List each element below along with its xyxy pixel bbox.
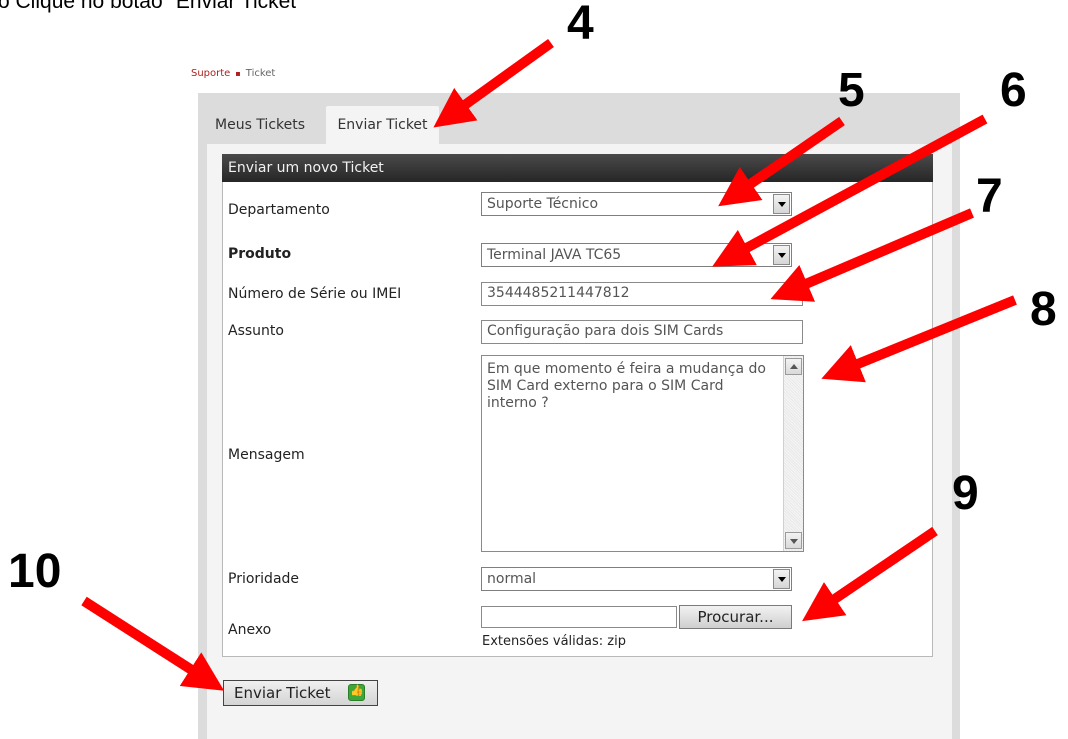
- breadcrumb-separator: ▪: [235, 69, 241, 78]
- subject-label: Assunto: [228, 323, 284, 339]
- priority-select[interactable]: normal: [481, 567, 792, 591]
- chevron-down-icon[interactable]: [773, 245, 790, 265]
- attachment-label: Anexo: [228, 622, 272, 638]
- message-textarea[interactable]: Em que momento é feira a mudança do SIM …: [481, 355, 804, 552]
- step-marker-10: 10: [8, 545, 62, 598]
- department-value: Suporte Técnico: [487, 196, 599, 212]
- step-marker-7: 7: [976, 170, 1003, 223]
- attachment-hint: Extensões válidas: zip: [482, 634, 626, 649]
- priority-label: Prioridade: [228, 571, 300, 587]
- breadcrumb-current: Ticket: [245, 68, 276, 79]
- submit-button-label: Enviar Ticket: [234, 684, 331, 702]
- department-label: Departamento: [228, 202, 330, 218]
- priority-value: normal: [487, 571, 537, 587]
- scroll-up-icon[interactable]: [785, 358, 802, 375]
- instruction-text: o Clique no botão "Enviar Ticket": [0, 0, 304, 13]
- form-title: Enviar um novo Ticket: [222, 154, 933, 182]
- submit-ticket-button[interactable]: Enviar Ticket: [223, 680, 378, 706]
- message-scrollbar[interactable]: [783, 356, 803, 551]
- product-label: Produto: [228, 246, 292, 262]
- step-marker-5: 5: [838, 64, 865, 117]
- product-select[interactable]: Terminal JAVA TC65: [481, 243, 792, 267]
- product-value: Terminal JAVA TC65: [487, 247, 622, 263]
- browse-button[interactable]: Procurar...: [679, 605, 792, 629]
- tab-my-tickets[interactable]: Meus Tickets: [215, 106, 323, 144]
- tab-send-ticket[interactable]: Enviar Ticket: [326, 106, 439, 144]
- chevron-down-icon[interactable]: [773, 194, 790, 214]
- step-marker-8: 8: [1030, 283, 1057, 336]
- breadcrumb: Suporte ▪ Ticket: [191, 68, 275, 79]
- serial-label: Número de Série ou IMEI: [228, 286, 402, 302]
- step-marker-6: 6: [1000, 64, 1027, 117]
- department-select[interactable]: Suporte Técnico: [481, 192, 792, 216]
- step-marker-4: 4: [567, 0, 594, 50]
- message-label: Mensagem: [228, 447, 305, 463]
- arrow-10: [81, 596, 225, 691]
- serial-input[interactable]: 3544485211447812: [481, 282, 803, 306]
- thumbs-up-icon: [348, 684, 365, 701]
- step-marker-9: 9: [952, 467, 979, 520]
- breadcrumb-link-suporte[interactable]: Suporte: [191, 68, 230, 79]
- message-text: Em que momento é feira a mudança do SIM …: [487, 361, 766, 411]
- chevron-down-icon[interactable]: [773, 569, 790, 589]
- attachment-file-input[interactable]: [481, 606, 677, 628]
- scroll-down-icon[interactable]: [785, 532, 802, 549]
- subject-input[interactable]: Configuração para dois SIM Cards: [481, 320, 803, 344]
